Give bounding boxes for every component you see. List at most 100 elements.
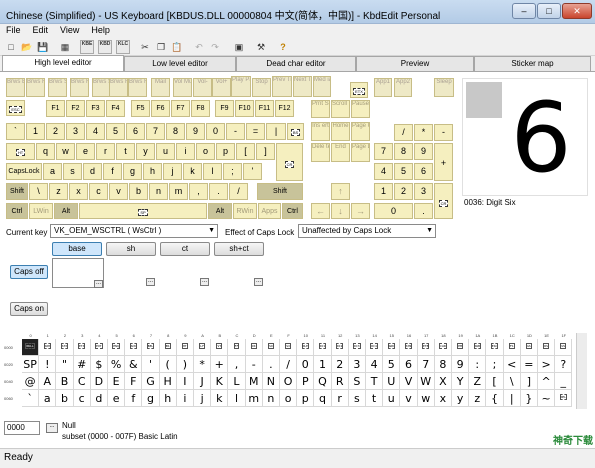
key-u[interactable]: u (156, 143, 175, 160)
char-cell[interactable]: n (262, 390, 280, 407)
char-cell[interactable]: DC3 (348, 339, 366, 356)
char-cell[interactable]: $ (90, 356, 108, 373)
key-a[interactable]: a (43, 163, 62, 180)
char-cell[interactable]: . (262, 356, 280, 373)
key-f9[interactable]: F9 (215, 100, 234, 117)
key-page-down[interactable]: Page Down (351, 143, 370, 162)
tab-sticker-map[interactable]: Sticker map (474, 56, 591, 71)
char-cell[interactable]: ( (159, 356, 177, 373)
key-etx[interactable]: ETX (350, 82, 368, 98)
key-i[interactable]: i (176, 143, 195, 160)
char-cell[interactable]: DEL (555, 390, 573, 407)
key-r[interactable]: r (96, 143, 115, 160)
key-pause-break[interactable]: Pause Break (351, 100, 370, 118)
klc-icon[interactable]: KLC (116, 40, 130, 54)
key-sleep[interactable]: Sleep (434, 78, 454, 97)
key-f3[interactable]: F3 (86, 100, 105, 117)
key-num-minus[interactable]: - (434, 124, 453, 141)
char-cell[interactable]: d (90, 390, 108, 407)
grid-icon[interactable]: ▣ (232, 40, 246, 54)
key-g[interactable]: g (123, 163, 142, 180)
key-backtick[interactable]: ` (6, 123, 25, 140)
minimize-button[interactable]: – (512, 3, 536, 19)
key-capslock[interactable]: CapsLock (6, 163, 42, 180)
char-cell[interactable]: HT (176, 339, 194, 356)
char-cell[interactable]: L (228, 373, 246, 390)
char-cell[interactable]: t (366, 390, 384, 407)
char-cell[interactable]: 9 (452, 356, 470, 373)
cut-icon[interactable]: ✂ (138, 40, 152, 54)
key-3[interactable]: 3 (66, 123, 85, 140)
key-lbracket[interactable]: [ (236, 143, 255, 160)
key-v[interactable]: v (109, 183, 128, 200)
char-cell[interactable]: g (142, 390, 160, 407)
key-rbracket[interactable]: ] (256, 143, 275, 160)
key-c[interactable]: c (89, 183, 108, 200)
key-f4[interactable]: F4 (106, 100, 125, 117)
key-vol-down[interactable]: Vol- (193, 78, 212, 97)
key-j[interactable]: j (163, 163, 182, 180)
key-num-dot[interactable]: . (414, 203, 433, 219)
key-num-0[interactable]: 0 (374, 203, 413, 219)
key-h[interactable]: h (143, 163, 162, 180)
key-p[interactable]: p (216, 143, 235, 160)
key-slash[interactable]: / (229, 183, 248, 200)
char-cell[interactable]: % (108, 356, 126, 373)
char-cell[interactable]: SO (262, 339, 280, 356)
char-cell[interactable]: e (108, 390, 126, 407)
key-l[interactable]: l (203, 163, 222, 180)
copy-icon[interactable]: ❐ (154, 40, 168, 54)
char-cell[interactable]: DC1 (314, 339, 332, 356)
key-ctrl-right[interactable]: Ctrl (282, 203, 303, 219)
char-cell[interactable]: B (56, 373, 74, 390)
char-cell[interactable]: US (555, 339, 573, 356)
key-2[interactable]: 2 (46, 123, 65, 140)
char-cell[interactable]: Z (469, 373, 487, 390)
char-cell[interactable]: f (125, 390, 143, 407)
key-minus[interactable]: - (226, 123, 245, 140)
key-prev-track[interactable]: Prev Trck (272, 76, 292, 97)
key-print-screen[interactable]: Prnt Scrn (311, 100, 330, 118)
key-backslash[interactable]: \ (29, 183, 48, 200)
key-bar[interactable]: | (266, 123, 286, 140)
char-cell[interactable]: = (520, 356, 538, 373)
char-cell[interactable]: X (434, 373, 452, 390)
key-enter[interactable]: CR (276, 143, 303, 181)
char-cell[interactable]: y (452, 390, 470, 407)
char-cell[interactable]: CR (245, 339, 263, 356)
open-icon[interactable]: 📂 (20, 40, 34, 54)
key-vol-mute[interactable]: Vol Mute (173, 78, 192, 97)
code-edit-button[interactable]: ... (46, 423, 58, 433)
char-cell[interactable]: ? (555, 356, 573, 373)
char-cell[interactable]: , (228, 356, 246, 373)
key-d[interactable]: d (83, 163, 102, 180)
char-cell[interactable]: BS (159, 339, 177, 356)
paste-icon[interactable]: 📋 (170, 40, 184, 54)
key-num-5[interactable]: 5 (394, 163, 413, 180)
char-cell[interactable]: GS (520, 339, 538, 356)
char-cell[interactable]: ^ (538, 373, 556, 390)
base-edit-button[interactable]: ... (94, 280, 103, 288)
char-cell[interactable]: ETX (73, 339, 91, 356)
char-cell[interactable]: LF (194, 339, 212, 356)
key-f8[interactable]: F8 (191, 100, 210, 117)
char-cell[interactable]: _ (555, 373, 573, 390)
key-stop[interactable]: Stop (252, 78, 271, 97)
char-cell[interactable]: V (400, 373, 418, 390)
char-cell[interactable]: DC2 (331, 339, 349, 356)
key-7[interactable]: 7 (146, 123, 165, 140)
key-mail[interactable]: Mail (151, 78, 170, 97)
key-m[interactable]: m (169, 183, 188, 200)
menu-help[interactable]: Help (85, 24, 116, 37)
new-icon[interactable]: □ (4, 40, 18, 54)
key-down[interactable]: ↓ (331, 203, 350, 219)
key-q[interactable]: q (36, 143, 55, 160)
char-cell[interactable]: & (125, 356, 143, 373)
state-shct-button[interactable]: sh+ct (214, 242, 264, 256)
redo-icon[interactable]: ↷ (208, 40, 222, 54)
char-cell[interactable]: o (280, 390, 298, 407)
key-num-enter[interactable]: CR (434, 183, 453, 219)
key-insert[interactable]: Ins ert (311, 122, 330, 141)
char-cell[interactable]: VT (211, 339, 229, 356)
code-input[interactable]: 0000 (4, 421, 40, 435)
